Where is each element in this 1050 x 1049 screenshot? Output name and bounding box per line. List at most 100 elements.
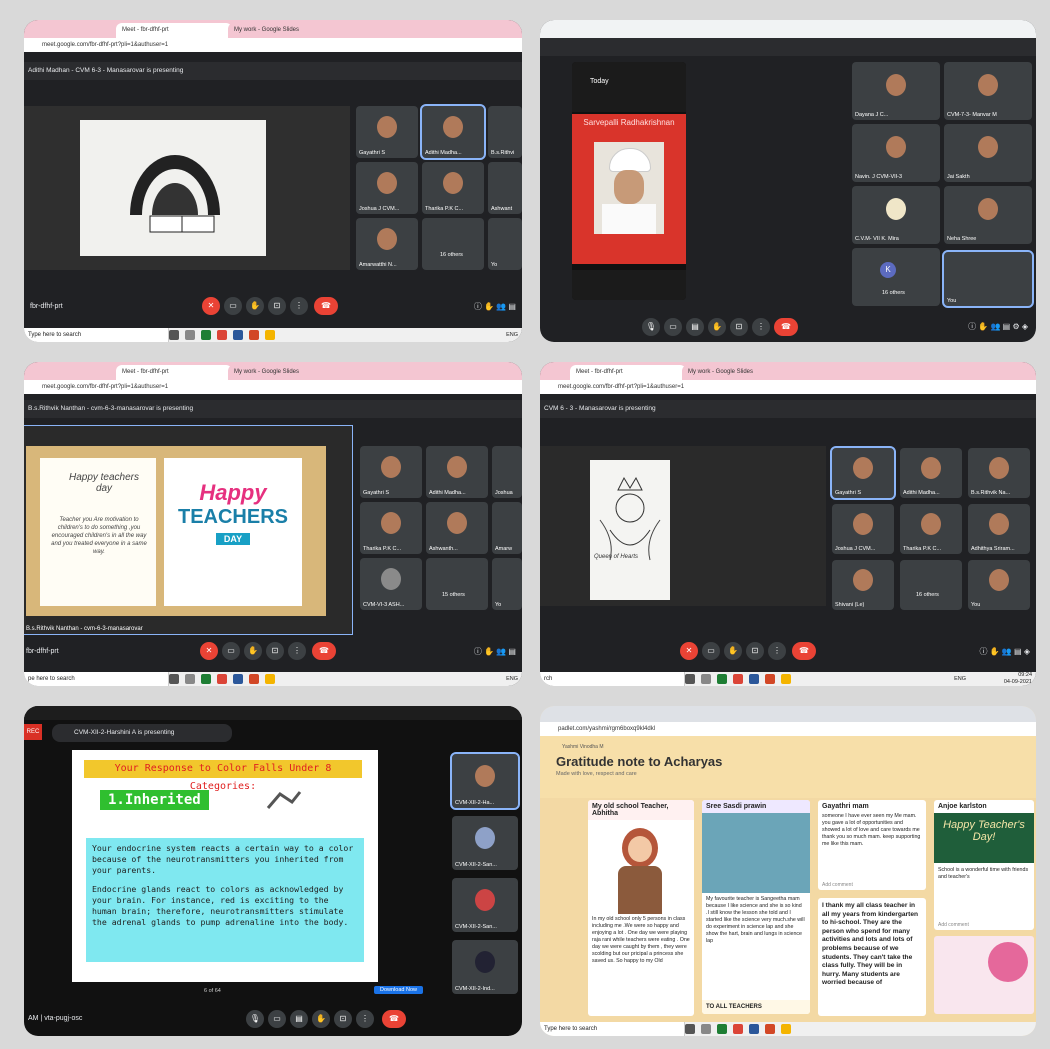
end-call-button[interactable]: ☎ <box>314 297 338 315</box>
camera-button[interactable]: ▭ <box>268 1010 286 1028</box>
raise-hand-button[interactable]: ✋ <box>246 297 264 315</box>
participant-tile[interactable]: Ashwanth... <box>426 502 488 554</box>
camera-button[interactable]: ▭ <box>702 642 720 660</box>
more-options-button[interactable]: ⋮ <box>356 1010 374 1028</box>
side-panel-icons[interactable]: ⓘ ✋ 👥 ▤ ◈ <box>979 646 1030 657</box>
participant-tile[interactable]: Tharika P.K C... <box>900 504 962 554</box>
camera-button[interactable]: ▭ <box>222 642 240 660</box>
tab-slides[interactable]: My work - Google Slides <box>228 23 344 38</box>
address-bar[interactable]: padlet.com/yashmi/rgm6boxq9kl4dkl <box>540 722 1036 736</box>
captions-button[interactable]: ▤ <box>290 1010 308 1028</box>
tab-meet[interactable]: Meet - fbr-dfhf-prt <box>116 365 232 380</box>
raise-hand-button[interactable]: ✋ <box>312 1010 330 1028</box>
side-panel-icons[interactable]: ⓘ ✋ 👥 ▤ <box>474 301 516 312</box>
padlet-card[interactable]: Gayathri mam someone I have ever seen my… <box>818 800 926 890</box>
mic-button[interactable]: 🎙 <box>642 318 660 336</box>
more-options-button[interactable]: ⋮ <box>288 642 306 660</box>
participant-tile[interactable]: CVM-VI-3 ASH... <box>360 558 422 610</box>
participant-tile[interactable]: Ashwant <box>488 162 522 214</box>
padlet-card[interactable]: I thank my all class teacher in all my y… <box>818 898 926 1016</box>
participant-tile[interactable]: B.s.Rithvi <box>488 106 522 158</box>
padlet-card[interactable]: Sree Sasdi prawin My favourite teacher i… <box>702 800 810 1014</box>
mic-off-button[interactable]: ✕ <box>202 297 220 315</box>
participant-tile[interactable]: Tharika P.K C... <box>422 162 484 214</box>
participant-tile[interactable]: Navin. J CVM-VII-3 <box>852 124 940 182</box>
participant-tile[interactable]: Gayathri S <box>830 446 896 500</box>
present-button[interactable]: ⊡ <box>746 642 764 660</box>
taskbar-apps[interactable] <box>169 674 281 684</box>
present-button[interactable]: ⊡ <box>730 318 748 336</box>
taskbar-search[interactable]: pe here to search <box>24 672 169 686</box>
participant-tile[interactable]: Amarwatthi N... <box>356 218 418 270</box>
participant-tile[interactable]: Adithi Madha... <box>420 104 486 160</box>
participant-tile[interactable]: Joshua J CVM... <box>832 504 894 554</box>
more-options-button[interactable]: ⋮ <box>768 642 786 660</box>
add-comment[interactable]: Add comment <box>822 882 853 888</box>
address-bar[interactable]: meet.google.com/fbr-dfhf-prt?pli=1&authu… <box>24 38 522 52</box>
self-tile[interactable]: Yo <box>488 218 522 270</box>
others-tile[interactable]: 16 others <box>900 560 962 610</box>
participant-tile[interactable]: Neha Shree <box>944 186 1032 244</box>
participant-tile[interactable]: B.s.Rithvik Na... <box>968 448 1030 498</box>
raise-hand-button[interactable]: ✋ <box>244 642 262 660</box>
participant-tile[interactable]: Adhithya Sriram... <box>968 504 1030 554</box>
slide-pager[interactable]: 6 of 64 <box>204 988 221 994</box>
camera-button[interactable]: ▭ <box>664 318 682 336</box>
participant-tile[interactable]: Amarw <box>492 502 522 554</box>
tab-slides[interactable]: My work - Google Slides <box>228 365 344 380</box>
side-panel-icons[interactable]: ⓘ ✋ 👥 ▤ ⚙ ◈ <box>968 321 1028 332</box>
participant-tile[interactable]: Joshua <box>492 446 522 498</box>
participant-tile[interactable]: Gayathri S <box>360 446 422 498</box>
participant-tile[interactable]: Tharika P.K C... <box>360 502 422 554</box>
others-tile[interactable]: K 16 others <box>852 248 940 306</box>
more-options-button[interactable]: ⋮ <box>752 318 770 336</box>
mic-off-button[interactable]: ✕ <box>200 642 218 660</box>
tab-slides[interactable]: My work - Google Slides <box>682 365 798 380</box>
present-button[interactable]: ⊡ <box>334 1010 352 1028</box>
end-call-button[interactable]: ☎ <box>312 642 336 660</box>
taskbar-apps[interactable] <box>169 330 281 340</box>
mic-off-button[interactable]: ✕ <box>680 642 698 660</box>
taskbar-apps[interactable] <box>685 1024 797 1034</box>
address-bar[interactable]: meet.google.com/fbr-dfhf-prt?pli=1&authu… <box>540 380 1036 394</box>
tab-meet[interactable]: Meet - fbr-dfhf-prt <box>570 365 686 380</box>
captions-button[interactable]: ▤ <box>686 318 704 336</box>
add-comment[interactable]: Add comment <box>938 922 969 928</box>
participant-tile[interactable]: Shivani (Le) <box>832 560 894 610</box>
taskbar-search[interactable]: rch <box>540 672 685 686</box>
end-call-button[interactable]: ☎ <box>792 642 816 660</box>
participant-tile[interactable]: Gayathri S <box>356 106 418 158</box>
participant-tile[interactable]: CVM-XII-2-San... <box>452 878 518 932</box>
taskbar-search[interactable]: Type here to search <box>24 328 169 342</box>
more-options-button[interactable]: ⋮ <box>290 297 308 315</box>
participant-tile[interactable]: CVM-XII-2-San... <box>452 816 518 870</box>
padlet-card[interactable]: Anjoe karlston Happy Teacher's Day! Scho… <box>934 800 1034 930</box>
participant-tile[interactable]: Adithi Madha... <box>900 448 962 498</box>
camera-button[interactable]: ▭ <box>224 297 242 315</box>
participant-tile[interactable]: Dayana J C... <box>852 62 940 120</box>
padlet-card[interactable]: My old school Teacher, Abhitha In my old… <box>588 800 694 1016</box>
present-button[interactable]: ⊡ <box>266 642 284 660</box>
others-tile[interactable]: 16 others <box>422 218 484 270</box>
participant-tile[interactable]: C.V.M- VII K. Mira <box>852 186 940 244</box>
raise-hand-button[interactable]: ✋ <box>708 318 726 336</box>
participant-tile[interactable]: Joshua J CVM... <box>356 162 418 214</box>
mic-button[interactable]: 🎙 <box>246 1010 264 1028</box>
participant-tile[interactable]: CVM-XII-2-Ind... <box>452 940 518 994</box>
participant-tile[interactable]: Adithi Madha... <box>426 446 488 498</box>
download-button[interactable]: Download Now <box>374 986 423 994</box>
taskbar-apps[interactable] <box>685 674 797 684</box>
end-call-button[interactable]: ☎ <box>774 318 798 336</box>
self-tile[interactable]: Yo <box>492 558 522 610</box>
end-call-button[interactable]: ☎ <box>382 1010 406 1028</box>
others-tile[interactable]: 15 others <box>426 558 488 610</box>
self-tile[interactable]: You <box>968 560 1030 610</box>
side-panel-icons[interactable]: ⓘ ✋ 👥 ▤ <box>474 646 516 657</box>
address-bar[interactable]: meet.google.com/fbr-dfhf-prt?pli=1&authu… <box>24 380 522 394</box>
participant-tile[interactable]: Jai Sakth <box>944 124 1032 182</box>
padlet-card[interactable] <box>934 936 1034 1014</box>
taskbar-search[interactable]: Type here to search <box>540 1022 685 1036</box>
present-button[interactable]: ⊡ <box>268 297 286 315</box>
raise-hand-button[interactable]: ✋ <box>724 642 742 660</box>
participant-tile[interactable]: CVM-7-3- Manvar M <box>944 62 1032 120</box>
